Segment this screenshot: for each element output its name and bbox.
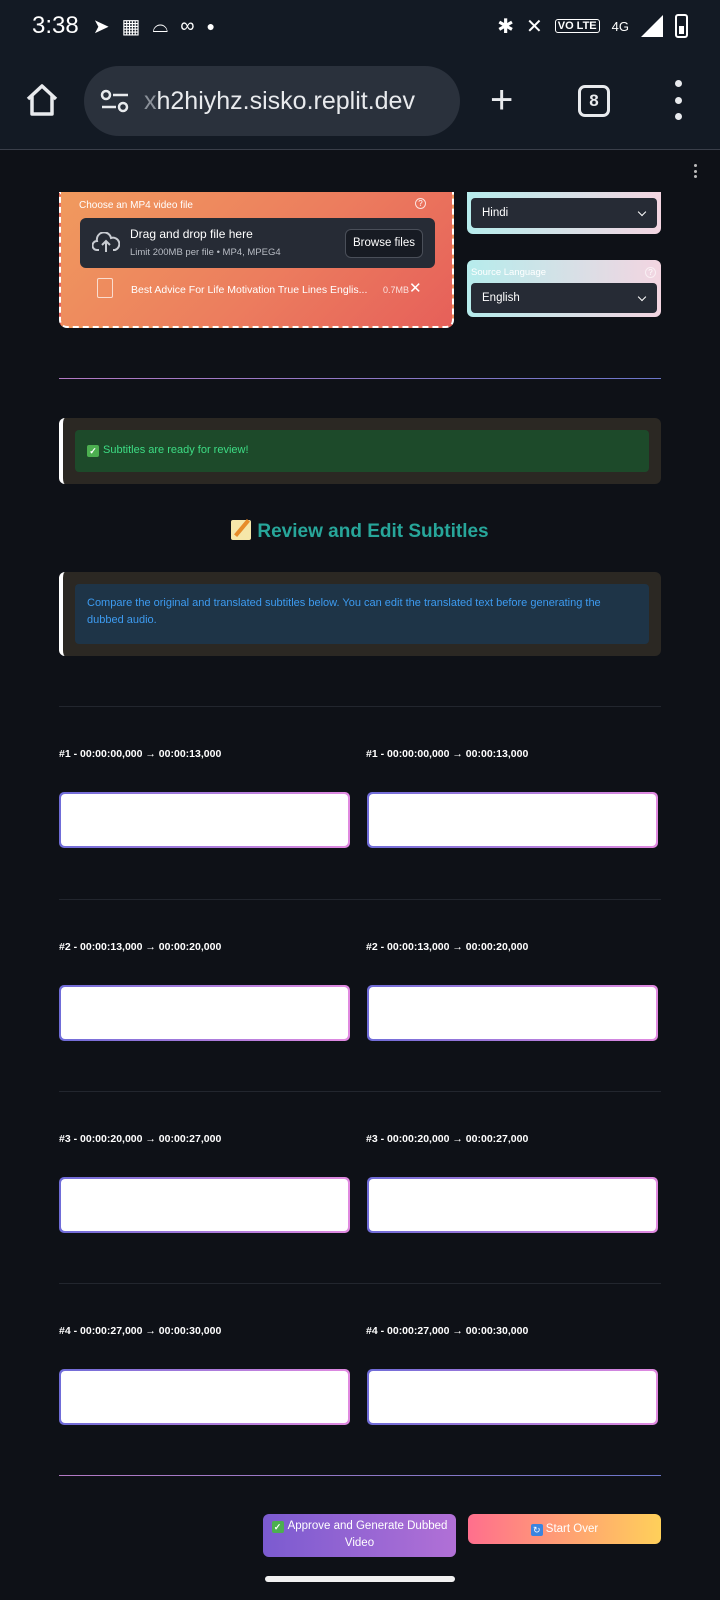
original-timestamp: #2 - 00:00:13,000 → 00:00:20,000 (59, 941, 222, 953)
divider (59, 706, 661, 707)
url-host: h2hiyhz.sisko.replit.dev (156, 86, 415, 115)
approve-generate-button[interactable]: ✓ Approve and Generate Dubbed Video (263, 1514, 456, 1557)
section-title: Review and Edit Subtitles (0, 520, 720, 543)
divider (59, 1091, 661, 1092)
url-prefix: x (144, 86, 157, 115)
original-subtitle-field[interactable] (59, 985, 350, 1041)
chevron-down-icon (637, 207, 647, 217)
file-icon (97, 278, 113, 298)
original-subtitle-field[interactable] (59, 1177, 350, 1233)
translated-timestamp: #1 - 00:00:00,000 → 00:00:13,000 (366, 748, 529, 760)
translated-subtitle-field[interactable] (367, 792, 658, 848)
target-language-value: Hindi (482, 207, 509, 219)
success-alert: ✓ Subtitles are ready for review! (59, 418, 661, 484)
refresh-icon: ↻ (530, 1524, 543, 1536)
translated-subtitle-field[interactable] (367, 1177, 658, 1233)
home-icon[interactable] (24, 82, 60, 118)
divider (59, 899, 661, 900)
notifications-off-icon: ✕ (525, 15, 543, 38)
telegram-icon: ➤ (92, 15, 110, 38)
dot-icon: ● (206, 18, 215, 34)
original-subtitle-field[interactable] (59, 1369, 350, 1425)
target-language-select[interactable]: Hindi (471, 198, 657, 228)
help-icon[interactable]: ? (645, 267, 656, 278)
start-over-label: Start Over (545, 1523, 599, 1535)
translated-subtitle-input[interactable] (369, 1179, 656, 1231)
original-timestamp: #1 - 00:00:00,000 → 00:00:13,000 (59, 748, 222, 760)
infinity-icon: ∞ (180, 14, 195, 37)
status-time: 3:38 (32, 12, 79, 39)
translated-subtitle-input[interactable] (369, 1371, 656, 1423)
bluetooth-icon: ✱ (497, 15, 514, 38)
original-timestamp: #4 - 00:00:27,000 → 00:00:30,000 (59, 1325, 222, 1337)
translated-subtitle-input[interactable] (369, 987, 656, 1039)
uploaded-file-name: Best Advice For Life Motivation True Lin… (131, 284, 368, 296)
translated-timestamp: #2 - 00:00:13,000 → 00:00:20,000 (366, 941, 529, 953)
original-subtitle-input[interactable] (61, 1371, 348, 1423)
approve-button-label: Approve and Generate Dubbed Video (287, 1520, 448, 1549)
signal-icon (641, 15, 663, 37)
info-alert-body: Compare the original and translated subt… (75, 584, 649, 644)
help-icon[interactable]: ? (415, 198, 426, 209)
chevron-down-icon (637, 292, 647, 302)
check-icon: ✓ (271, 1521, 284, 1533)
success-alert-body: ✓ Subtitles are ready for review! (75, 430, 649, 472)
site-settings-icon[interactable] (100, 89, 130, 113)
address-bar[interactable]: xh2hiyhz.sisko.replit.dev (84, 66, 460, 136)
target-language-box: Hindi (467, 192, 661, 234)
drop-title: Drag and drop file here (130, 227, 253, 241)
original-subtitle-input[interactable] (61, 794, 348, 846)
source-language-box: Source Language ? English (467, 260, 661, 317)
dropzone[interactable]: Drag and drop file here Limit 200MB per … (80, 218, 435, 268)
browser-menu-icon[interactable] (672, 80, 684, 120)
gallery-icon: ▦ (121, 15, 141, 38)
source-language-label: Source Language (471, 267, 547, 278)
original-subtitle-input[interactable] (61, 987, 348, 1039)
browser-toolbar: xh2hiyhz.sisko.replit.dev + 8 (0, 52, 720, 150)
check-icon: ✓ (87, 445, 99, 457)
uploaded-file-size: 0.7MB (383, 285, 410, 295)
divider (59, 1475, 661, 1476)
status-bar: 3:38 ➤ ▦ ⌓ ∞ ● ✱ ✕ VO LTE 4G (0, 0, 720, 52)
app-menu-icon[interactable] (692, 164, 698, 178)
volte-icon: VO LTE (554, 19, 600, 33)
file-limit: Limit 200MB per file • MP4, MPEG4 (130, 247, 281, 258)
new-tab-icon[interactable]: + (490, 80, 513, 120)
memo-icon (231, 520, 252, 540)
original-subtitle-field[interactable] (59, 792, 350, 848)
network-type: 4G (611, 18, 629, 34)
uploader-label: Choose an MP4 video file (79, 200, 193, 211)
file-uploader: Choose an MP4 video file ? Drag and drop… (59, 192, 454, 328)
remove-file-icon[interactable]: ✕ (409, 279, 422, 297)
section-title-text: Review and Edit Subtitles (257, 521, 489, 542)
divider (59, 378, 661, 379)
cloud-upload-icon (92, 232, 120, 252)
translated-timestamp: #3 - 00:00:20,000 → 00:00:27,000 (366, 1133, 529, 1145)
start-over-button[interactable]: ↻ Start Over (468, 1514, 661, 1544)
source-language-select[interactable]: English (471, 283, 657, 313)
browse-files-button[interactable]: Browse files (345, 229, 423, 258)
url-text: xh2hiyhz.sisko.replit.dev (144, 87, 415, 116)
divider (59, 1283, 661, 1284)
translated-subtitle-field[interactable] (367, 985, 658, 1041)
original-subtitle-input[interactable] (61, 1179, 348, 1231)
source-language-value: English (482, 292, 520, 304)
translated-timestamp: #4 - 00:00:27,000 → 00:00:30,000 (366, 1325, 529, 1337)
translated-subtitle-input[interactable] (369, 794, 656, 846)
original-timestamp: #3 - 00:00:20,000 → 00:00:27,000 (59, 1133, 222, 1145)
gesture-nav-handle[interactable] (265, 1576, 455, 1582)
success-alert-text: Subtitles are ready for review! (103, 444, 249, 456)
tab-switcher-button[interactable]: 8 (578, 85, 610, 117)
translated-subtitle-field[interactable] (367, 1369, 658, 1425)
incognito-icon: ⌓ (152, 14, 169, 37)
info-alert: Compare the original and translated subt… (59, 572, 661, 656)
battery-icon (675, 14, 688, 38)
